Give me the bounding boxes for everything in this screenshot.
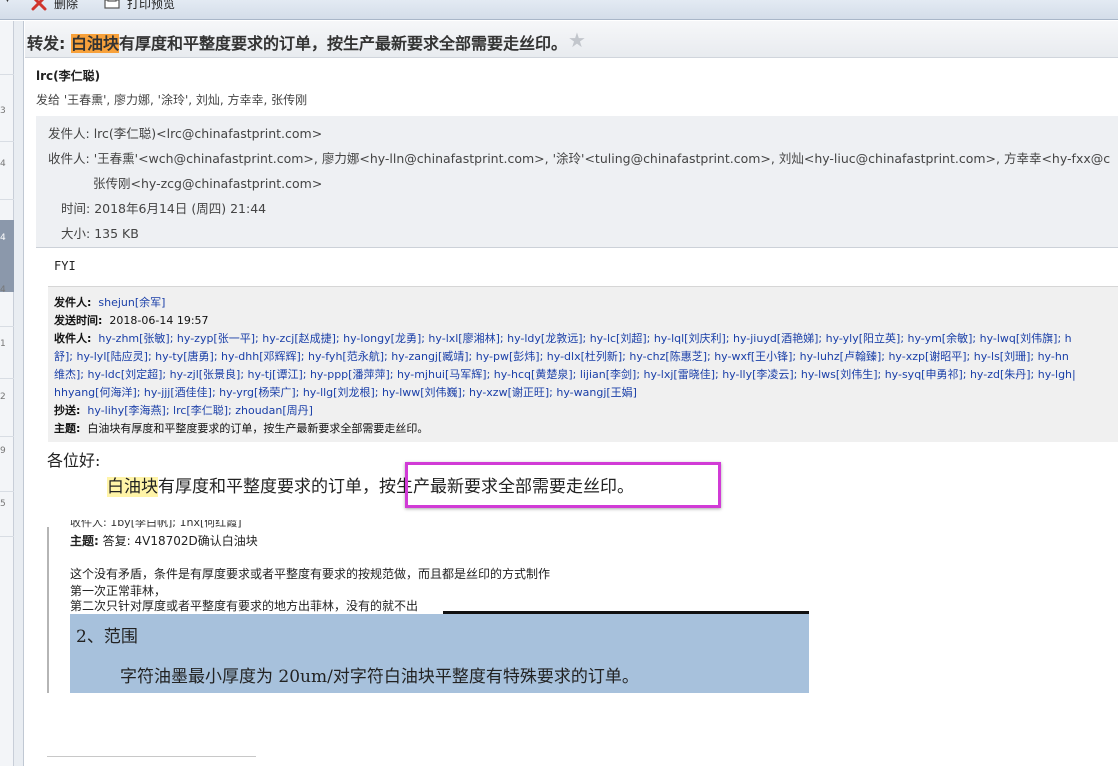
signature-divider — [47, 756, 256, 757]
toolbar: ▼ 删除 打印预览 — [0, 0, 1118, 20]
quoted-subject: 主题: 答复: 4V18702D确认白油块 — [70, 534, 258, 548]
row-number: 1 — [0, 339, 6, 349]
time-row: 时间: 2018年6月14日 (周四) 21:44 — [61, 201, 267, 216]
quoted-cut-line: 收件人: 1by[李白帆]; 1hx[何红霞] — [70, 520, 242, 529]
delete-label: 删除 — [54, 0, 79, 11]
quoted-line: 第二次只针对厚度或者平整度有要求的地方出菲林，没有的就不出 — [70, 599, 419, 613]
fwd-to-cont: 维杰]; hy-ldc[刘定超]; hy-zjl[张景良]; hy-tj[谭江]… — [54, 368, 1076, 381]
row-number: 4 — [0, 285, 6, 295]
quote-bar — [47, 527, 49, 693]
fwd-subject: 主题: 白油块有厚度和平整度要求的订单，按生产最新要求全部需要走丝印。 — [54, 422, 429, 435]
email-subject: 转发: 白油块有厚度和平整度要求的订单，按生产最新要求全部需要走丝印。 — [27, 34, 568, 53]
delete-icon — [31, 0, 47, 11]
row-number: 2 — [0, 392, 6, 402]
forwarded-header-block: 发件人: shejun[余军] 发送时间: 2018-06-14 19:57 收… — [48, 286, 1118, 442]
size-value: 135 KB — [94, 226, 139, 241]
subject-highlight: 白油块 — [70, 34, 119, 53]
printer-icon — [104, 0, 120, 9]
fwd-from: 发件人: shejun[余军] — [54, 296, 166, 309]
row-number: 5 — [0, 499, 6, 509]
print-preview-button[interactable]: 打印预览 — [103, 0, 175, 12]
delete-button[interactable]: 删除 — [30, 0, 78, 12]
quoted-line: 这个没有矛盾，条件是有厚度要求或者平整度有要求的按规范做，而且都是丝印的方式制作 — [70, 567, 551, 581]
pane-splitter[interactable] — [14, 21, 24, 766]
main-highlight: 白油块 — [107, 477, 158, 497]
subject-bar: 转发: 白油块有厚度和平整度要求的订单，按生产最新要求全部需要走丝印。 ★ — [25, 21, 1118, 58]
body-fyi: FYI — [54, 259, 76, 273]
annotation-box — [405, 462, 721, 508]
fwd-to: 收件人: hy-zhm[张敏]; hy-zyp[张一平]; hy-zcj[赵成捷… — [54, 332, 1072, 345]
row-number: 4 — [0, 159, 6, 169]
size-row: 大小: 135 KB — [61, 226, 139, 241]
scanned-document-image: 2、范围 字符油墨最小厚度为 20um/对字符白油块平整度有特殊要求的订单。 — [70, 614, 809, 693]
dropdown-arrow[interactable]: ▼ — [4, 0, 11, 4]
fwd-cc: 抄送: hy-lihy[李海燕]; lrc[李仁聪]; zhoudan[周丹] — [54, 404, 313, 417]
message-list-strip[interactable]: 3 4 4 4 1 2 9 5 — [0, 21, 14, 766]
star-icon[interactable]: ★ — [568, 28, 586, 52]
from-row: 发件人: lrc(李仁聪)<lrc@chinafastprint.com> — [48, 126, 323, 141]
scan-text: 字符油墨最小厚度为 20um/对字符白油块平整度有特殊要求的订单。 — [120, 667, 639, 687]
to-row-cont[interactable]: 张传刚<hy-zcg@chinafastprint.com> — [93, 173, 322, 192]
from-value[interactable]: lrc(李仁聪)<lrc@chinafastprint.com> — [94, 126, 323, 141]
fwd-to-cont: hhyang[何海洋]; hy-jjj[酒佳佳]; hy-yrg[杨荣广]; h… — [54, 386, 637, 399]
greeting: 各位好: — [47, 451, 101, 470]
print-preview-label: 打印预览 — [127, 0, 176, 11]
to-value[interactable]: '王春熏'<wch@chinafastprint.com>, 廖力娜<hy-ll… — [94, 151, 1110, 166]
sender-name[interactable]: lrc(李仁聪) — [36, 67, 100, 84]
row-number: 4 — [0, 233, 6, 243]
row-number: 9 — [0, 446, 6, 456]
header-details: 发件人: lrc(李仁聪)<lrc@chinafastprint.com> 收件… — [36, 116, 1118, 248]
scan-heading: 2、范围 — [76, 627, 138, 647]
time-value: 2018年6月14日 (周四) 21:44 — [94, 201, 267, 216]
to-row: 收件人: '王春熏'<wch@chinafastprint.com>, 廖力娜<… — [48, 151, 1111, 166]
selected-message-row[interactable] — [0, 220, 14, 292]
fwd-to-cont: 舒]; hy-lyl[陆应灵]; hy-ty[唐勇]; hy-dhh[邓辉辉];… — [54, 350, 1069, 363]
row-number: 3 — [0, 106, 6, 116]
fwd-sent: 发送时间: 2018-06-14 19:57 — [54, 314, 209, 327]
recipients-summary: 发给 '王春熏', 廖力娜, '涂玲', 刘灿, 方幸幸, 张传刚 — [36, 93, 308, 107]
